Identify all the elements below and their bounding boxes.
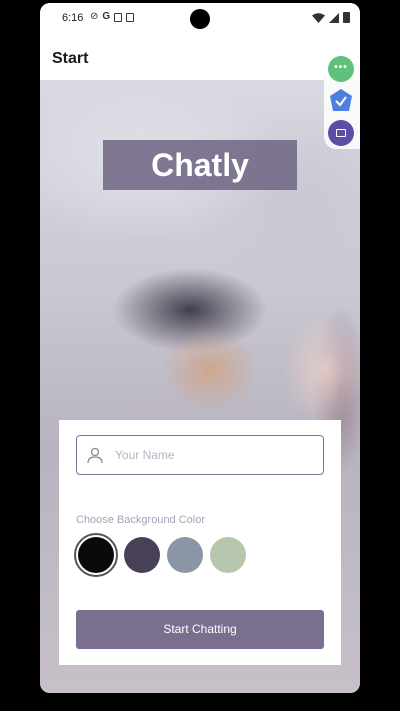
color-label: Choose Background Color bbox=[76, 514, 206, 526]
chat-button[interactable] bbox=[328, 120, 354, 146]
signal-icon bbox=[329, 12, 339, 23]
status-time: 6:16 bbox=[62, 12, 84, 24]
person-icon bbox=[87, 447, 103, 464]
phone-screen: 6:16 ⊘ G Start Chatly ••• Your Name Choo… bbox=[40, 3, 360, 693]
app-title: Chatly bbox=[151, 147, 249, 183]
check-badge-button[interactable] bbox=[328, 88, 354, 114]
color-swatch-sage[interactable] bbox=[210, 537, 246, 573]
color-swatch-gray-blue[interactable] bbox=[167, 537, 203, 573]
app-bar: Start bbox=[40, 33, 360, 80]
color-swatch-black[interactable] bbox=[78, 537, 114, 573]
chat-icon bbox=[336, 129, 346, 137]
name-field[interactable] bbox=[76, 435, 324, 475]
floating-tool-stack: ••• bbox=[324, 53, 360, 149]
status-icons-right bbox=[312, 12, 350, 23]
wifi-icon bbox=[312, 12, 325, 23]
do-not-disturb-icon: ⊘ bbox=[90, 11, 99, 22]
status-bar: 6:16 ⊘ G bbox=[40, 3, 360, 33]
google-icon: G bbox=[102, 11, 111, 22]
notification-box-icon bbox=[126, 12, 135, 22]
battery-icon bbox=[343, 12, 350, 23]
more-button[interactable]: ••• bbox=[328, 56, 354, 82]
name-input[interactable] bbox=[115, 437, 315, 473]
sd-card-icon bbox=[114, 12, 123, 22]
more-icon: ••• bbox=[334, 62, 348, 73]
start-form-card: Choose Background Color Start Chatting bbox=[59, 420, 341, 665]
camera-cutout bbox=[190, 9, 210, 29]
color-swatch-purple[interactable] bbox=[124, 537, 160, 573]
app-title-banner: Chatly bbox=[103, 140, 297, 190]
check-badge-icon bbox=[330, 89, 352, 111]
status-icons-left: ⊘ G bbox=[90, 11, 135, 23]
page-title: Start bbox=[52, 50, 89, 67]
start-chatting-button[interactable]: Start Chatting bbox=[76, 610, 324, 649]
